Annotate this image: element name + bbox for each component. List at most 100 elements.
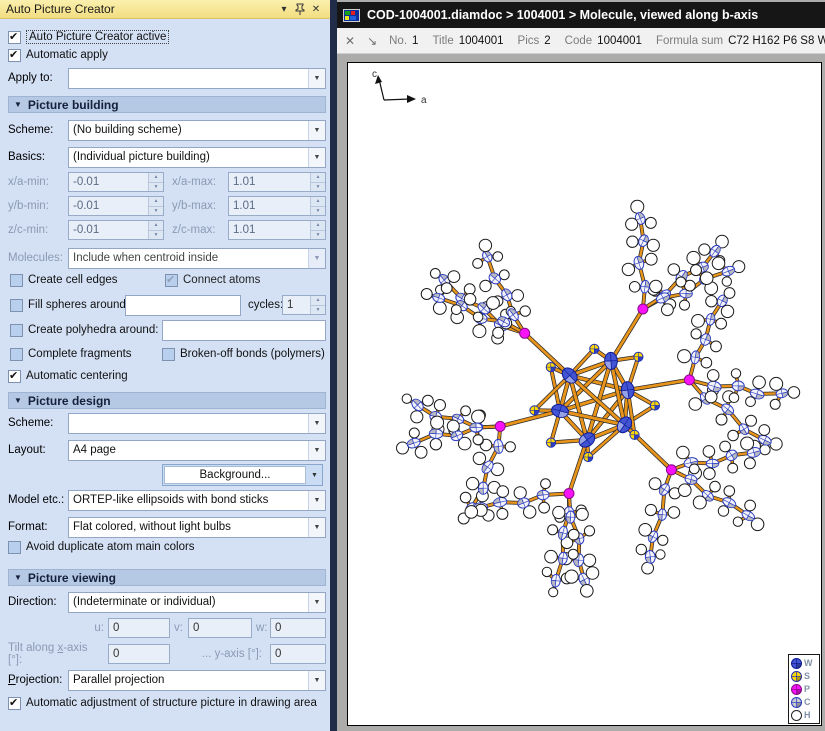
spinner-arrows[interactable]: ▲▼ — [148, 221, 163, 239]
connect-atoms-checkbox[interactable] — [165, 274, 178, 287]
spinner-arrows[interactable]: ▲▼ — [310, 221, 325, 239]
chevron-down-icon[interactable]: ▼ — [307, 465, 322, 485]
connect-atoms-label[interactable]: Connect atoms — [183, 274, 260, 286]
fill-spheres-input[interactable] — [125, 295, 241, 316]
automatic-centering-checkbox[interactable] — [8, 370, 21, 383]
arrow-southeast-icon[interactable]: ↘ — [367, 34, 377, 48]
picture-building-header[interactable]: ▼ Picture building — [8, 96, 326, 113]
spinner-arrows[interactable]: ▲▼ — [148, 173, 163, 191]
chevron-down-icon[interactable]: ▾ — [276, 2, 292, 17]
chevron-down-icon[interactable]: ▼ — [308, 518, 325, 537]
chevron-down-icon[interactable]: ▼ — [308, 414, 325, 433]
spinner-arrows[interactable]: ▲▼ — [310, 296, 325, 314]
u-field[interactable]: 0 — [108, 618, 170, 638]
apply-to-dropdown[interactable]: ▼ — [68, 68, 326, 89]
building-scheme-dropdown[interactable]: (No building scheme) ▼ — [68, 120, 326, 141]
avoid-duplicate-label[interactable]: Avoid duplicate atom main colors — [26, 541, 195, 553]
tilt-x-field[interactable]: 0 — [108, 644, 170, 664]
create-polyhedra-label[interactable]: Create polyhedra around: — [28, 324, 158, 336]
spin-up-icon[interactable]: ▲ — [149, 197, 163, 207]
xa-min-spinner[interactable]: -0.01 ▲▼ — [68, 172, 164, 192]
spin-down-icon[interactable]: ▼ — [311, 231, 325, 240]
spin-down-icon[interactable]: ▼ — [311, 207, 325, 216]
pin-icon[interactable] — [292, 2, 308, 17]
collapse-triangle-icon: ▼ — [14, 396, 22, 405]
broken-off-bonds-checkbox[interactable] — [162, 348, 175, 361]
format-dropdown[interactable]: Flat colored, without light bulbs ▼ — [68, 517, 326, 538]
picture-viewing-header[interactable]: ▼ Picture viewing — [8, 569, 326, 586]
cycles-spinner[interactable]: 1 ▲▼ — [282, 295, 326, 315]
spin-down-icon[interactable]: ▼ — [149, 183, 163, 192]
close-icon[interactable]: ✕ — [308, 2, 324, 17]
v-field[interactable]: 0 — [188, 618, 252, 638]
cycles-label: cycles: — [248, 299, 283, 311]
drawing-page[interactable]: c a W S P C H — [347, 62, 822, 726]
chevron-down-icon[interactable]: ▼ — [308, 491, 325, 510]
panel-splitter[interactable] — [330, 0, 337, 731]
spinner-arrows[interactable]: ▲▼ — [310, 173, 325, 191]
design-scheme-label: Scheme: — [8, 417, 68, 429]
auto-picture-creator-active-label[interactable]: Auto Picture Creator active — [26, 30, 169, 44]
C-atom-icon — [790, 696, 803, 709]
automatic-centering-label[interactable]: Automatic centering — [26, 370, 128, 382]
background-button[interactable]: Background... ▼ — [162, 464, 323, 486]
tilt-y-field[interactable]: 0 — [270, 644, 326, 664]
spin-down-icon[interactable]: ▼ — [149, 207, 163, 216]
xa-max-spinner[interactable]: 1.01 ▲▼ — [228, 172, 326, 192]
axes-indicator: c a — [348, 63, 478, 133]
complete-fragments-label[interactable]: Complete fragments — [28, 348, 132, 360]
spin-up-icon[interactable]: ▲ — [149, 221, 163, 231]
create-polyhedra-checkbox[interactable] — [10, 324, 23, 337]
spinner-arrows[interactable]: ▲▼ — [148, 197, 163, 215]
auto-adjust-label[interactable]: Automatic adjustment of structure pictur… — [26, 697, 317, 709]
close-icon[interactable]: ✕ — [345, 34, 355, 48]
spin-up-icon[interactable]: ▲ — [311, 173, 325, 183]
chevron-down-icon[interactable]: ▼ — [308, 249, 325, 268]
spin-down-icon[interactable]: ▼ — [149, 231, 163, 240]
spin-down-icon[interactable]: ▼ — [311, 183, 325, 192]
chevron-down-icon[interactable]: ▼ — [308, 148, 325, 167]
spin-up-icon[interactable]: ▲ — [311, 197, 325, 207]
create-cell-edges-label[interactable]: Create cell edges — [28, 274, 118, 286]
broken-off-bonds-label[interactable]: Broken-off bonds (polymers) — [180, 348, 325, 360]
chevron-down-icon[interactable]: ▼ — [308, 441, 325, 460]
layout-dropdown[interactable]: A4 page ▼ — [68, 440, 326, 461]
tilt-x-label: Tilt along x-axis [°]: — [8, 642, 100, 666]
spin-up-icon[interactable]: ▲ — [311, 296, 325, 306]
zc-max-spinner[interactable]: 1.01 ▲▼ — [228, 220, 326, 240]
automatic-apply-label[interactable]: Automatic apply — [26, 49, 108, 61]
chevron-down-icon[interactable]: ▼ — [308, 593, 325, 612]
picture-design-header[interactable]: ▼ Picture design — [8, 392, 326, 409]
spin-up-icon[interactable]: ▲ — [311, 221, 325, 231]
zc-min-spinner[interactable]: -0.01 ▲▼ — [68, 220, 164, 240]
spinner-arrows[interactable]: ▲▼ — [310, 197, 325, 215]
w-field[interactable]: 0 — [270, 618, 326, 638]
avoid-duplicate-checkbox[interactable] — [8, 541, 21, 554]
chevron-down-icon[interactable]: ▼ — [308, 69, 325, 88]
chevron-down-icon[interactable]: ▼ — [308, 121, 325, 140]
spin-up-icon[interactable]: ▲ — [149, 173, 163, 183]
molecule-drawing — [348, 63, 821, 725]
spin-down-icon[interactable]: ▼ — [311, 306, 325, 315]
automatic-apply-checkbox[interactable] — [8, 49, 21, 62]
complete-fragments-checkbox[interactable] — [10, 348, 23, 361]
chevron-down-icon[interactable]: ▼ — [308, 671, 325, 690]
design-scheme-dropdown[interactable]: ▼ — [68, 413, 326, 434]
basics-dropdown[interactable]: (Individual picture building) ▼ — [68, 147, 326, 168]
molecules-dropdown[interactable]: Include when centroid inside ▼ — [68, 248, 326, 269]
auto-adjust-checkbox[interactable] — [8, 697, 21, 710]
apply-to-label: Apply to: — [8, 72, 68, 84]
auto-picture-creator-active-checkbox[interactable] — [8, 31, 21, 44]
layout-value: A4 page — [69, 441, 308, 460]
basics-value: (Individual picture building) — [69, 148, 308, 167]
yb-max-spinner[interactable]: 1.01 ▲▼ — [228, 196, 326, 216]
model-dropdown[interactable]: ORTEP-like ellipsoids with bond sticks ▼ — [68, 490, 326, 511]
create-cell-edges-checkbox[interactable] — [10, 274, 23, 287]
direction-dropdown[interactable]: (Indeterminate or individual) ▼ — [68, 592, 326, 613]
projection-dropdown[interactable]: Parallel projection ▼ — [68, 670, 326, 691]
fill-spheres-checkbox[interactable] — [10, 299, 23, 312]
cell-edges-row: Create cell edges Connect atoms — [10, 272, 328, 288]
yb-min-spinner[interactable]: -0.01 ▲▼ — [68, 196, 164, 216]
fill-spheres-label[interactable]: Fill spheres around: — [28, 299, 129, 311]
polyhedra-input[interactable] — [162, 320, 326, 341]
